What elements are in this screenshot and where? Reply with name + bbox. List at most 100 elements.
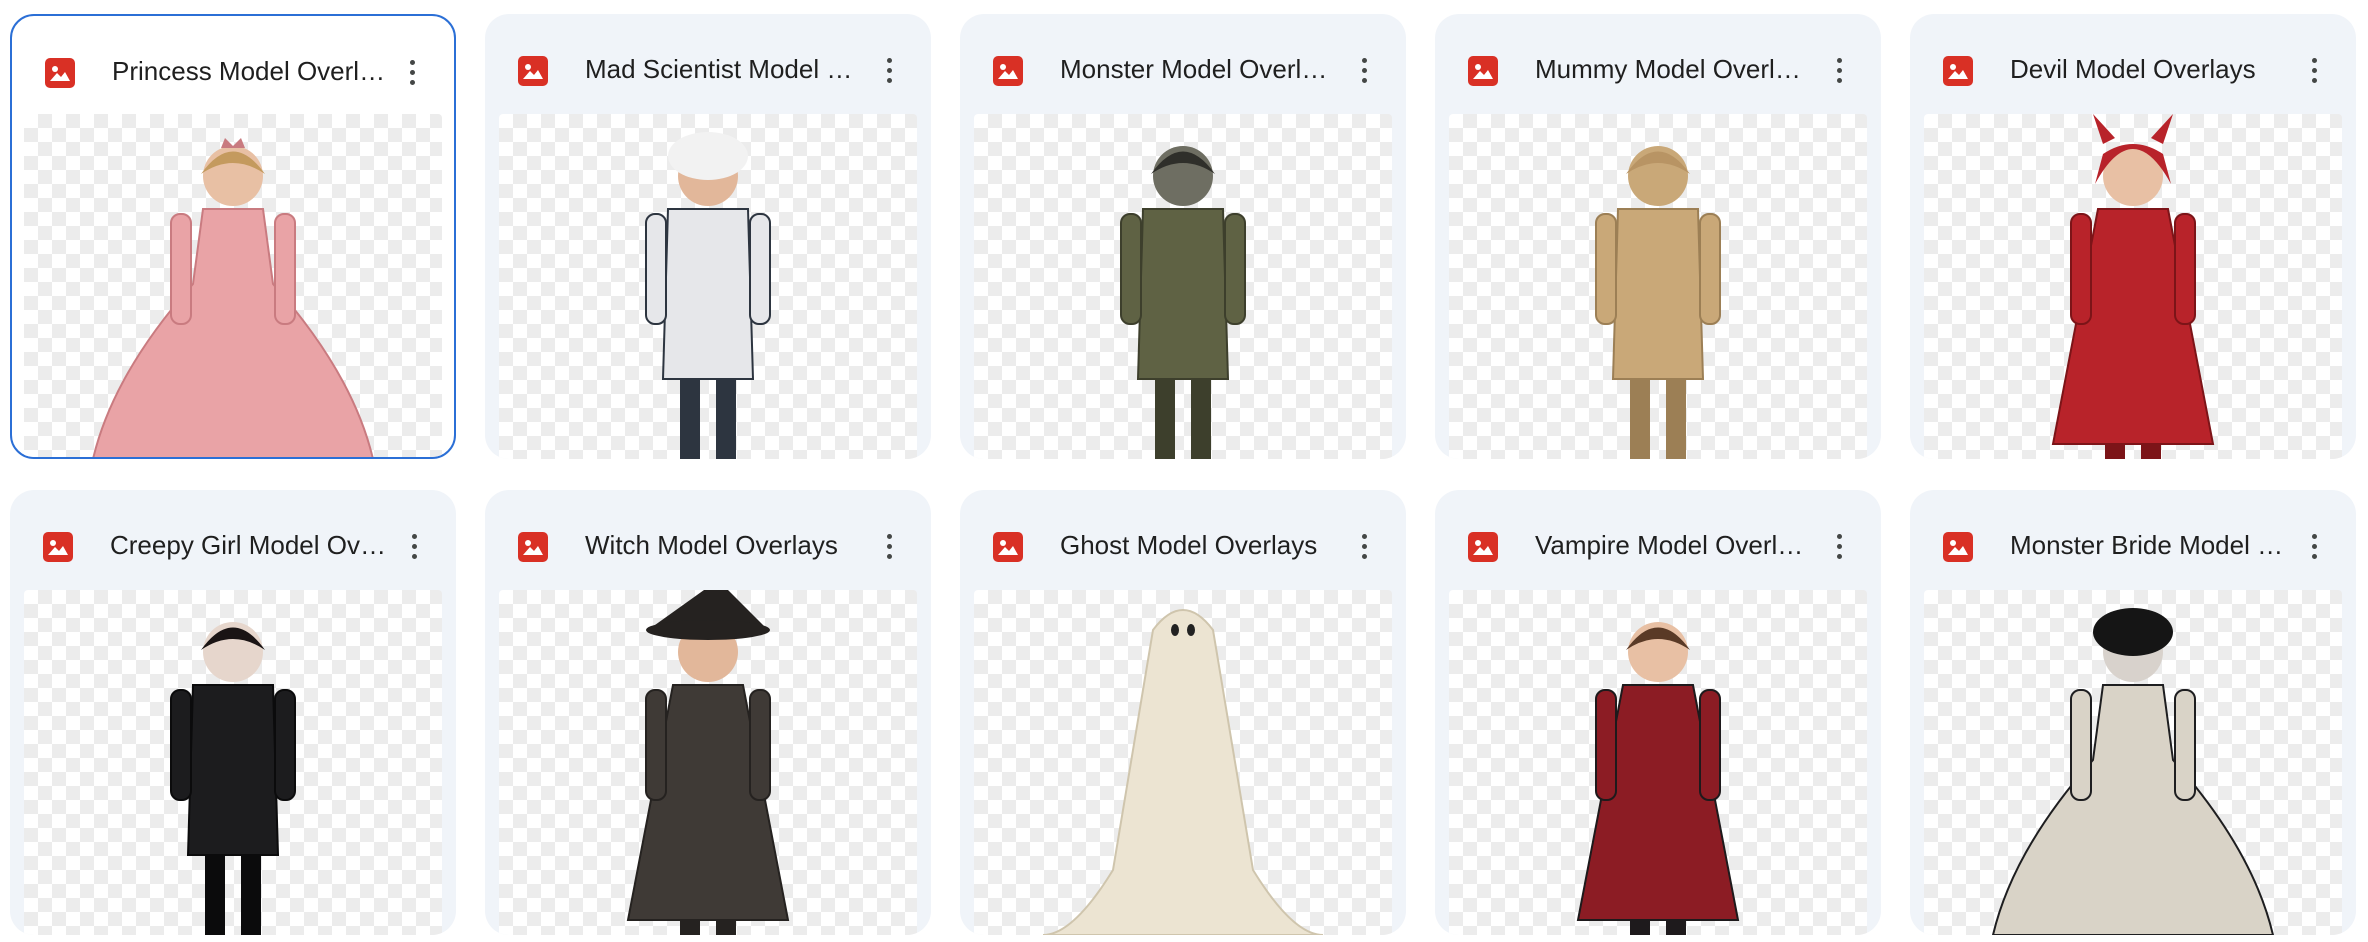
- file-card[interactable]: Monster Bride Model Overlays: [1910, 490, 2356, 935]
- file-card[interactable]: Devil Model Overlays: [1910, 14, 2356, 459]
- file-card-header: Princess Model Overlays: [12, 16, 454, 102]
- mad-scientist-figure: [645, 132, 771, 459]
- file-card[interactable]: Princess Model Overlays: [10, 14, 456, 459]
- leg-right: [241, 850, 261, 935]
- file-thumbnail[interactable]: [24, 114, 442, 457]
- vampire-figure: [1576, 622, 1740, 935]
- creepy-girl-figure: [170, 622, 296, 935]
- arm-left: [645, 213, 667, 325]
- file-card-header: Devil Model Overlays: [1910, 14, 2356, 100]
- monster-bride-figure: [1991, 608, 2275, 935]
- thumbnail-image: [626, 590, 790, 935]
- more-vert-icon[interactable]: [869, 50, 909, 90]
- file-thumbnail[interactable]: [1924, 590, 2342, 935]
- ghost-sheet: [1042, 609, 1324, 935]
- arm-right: [274, 213, 296, 325]
- file-title: Witch Model Overlays: [585, 530, 838, 560]
- image-file-icon: [1943, 532, 1973, 562]
- arm-right: [1699, 689, 1721, 801]
- arm-left: [1595, 689, 1617, 801]
- leg-left: [1155, 374, 1175, 459]
- file-thumbnail[interactable]: [499, 590, 917, 935]
- arm-left: [645, 689, 667, 801]
- file-card[interactable]: Creepy Girl Model Overlays: [10, 490, 456, 935]
- leg-right: [1191, 374, 1211, 459]
- file-card-header: Vampire Model Overlays: [1435, 490, 1881, 576]
- hat-brim: [646, 620, 770, 640]
- more-vert-icon[interactable]: [869, 526, 909, 566]
- image-file-icon: [43, 532, 73, 562]
- file-title: Creepy Girl Model Overlays: [110, 530, 390, 560]
- thumbnail-image: [1991, 608, 2275, 935]
- file-title: Monster Model Overlays: [1060, 54, 1340, 84]
- image-file-icon: [1468, 56, 1498, 86]
- leg-left: [680, 374, 700, 459]
- more-vert-icon[interactable]: [392, 52, 432, 92]
- ghost-figure: [1042, 609, 1324, 935]
- file-card[interactable]: Ghost Model Overlays: [960, 490, 1406, 935]
- file-card-header: Witch Model Overlays: [485, 490, 931, 576]
- image-file-icon: [45, 58, 75, 88]
- ghost-eye-right: [1187, 624, 1195, 636]
- image-file-icon: [1943, 56, 1973, 86]
- file-title: Mummy Model Overlays: [1535, 54, 1815, 84]
- file-thumbnail[interactable]: [974, 114, 1392, 459]
- more-vert-icon[interactable]: [1819, 50, 1859, 90]
- thumbnail-image: [1576, 622, 1740, 935]
- more-vert-icon[interactable]: [2294, 50, 2334, 90]
- more-vert-icon[interactable]: [1819, 526, 1859, 566]
- file-card-header: Monster Bride Model Overlays: [1910, 490, 2356, 576]
- file-card[interactable]: Mummy Model Overlays: [1435, 14, 1881, 459]
- arm-right: [749, 689, 771, 801]
- costume-body: [1611, 208, 1705, 380]
- more-vert-icon[interactable]: [2294, 526, 2334, 566]
- more-vert-icon[interactable]: [1344, 526, 1384, 566]
- file-card-header: Creepy Girl Model Overlays: [10, 490, 456, 576]
- file-thumbnail[interactable]: [974, 590, 1392, 935]
- thumbnail-image: [1120, 146, 1246, 459]
- thumbnail-image: [92, 138, 374, 457]
- horn-right: [2151, 114, 2173, 144]
- file-card-header: Mummy Model Overlays: [1435, 14, 1881, 100]
- ghost-eye-left: [1171, 624, 1179, 636]
- file-card[interactable]: Mad Scientist Model Overlays: [485, 14, 931, 459]
- file-title: Princess Model Overlays: [112, 56, 392, 86]
- file-thumbnail[interactable]: [1449, 590, 1867, 935]
- file-card[interactable]: Vampire Model Overlays: [1435, 490, 1881, 935]
- thumbnail-image: [645, 132, 771, 459]
- arm-right: [1224, 213, 1246, 325]
- costume-body: [661, 208, 755, 380]
- leg-right: [1666, 374, 1686, 459]
- file-thumbnail[interactable]: [499, 114, 917, 459]
- hair: [668, 132, 748, 180]
- image-file-icon: [518, 532, 548, 562]
- file-thumbnail[interactable]: [1449, 114, 1867, 459]
- arm-left: [170, 213, 192, 325]
- file-grid: Princess Model Overlays Mad Scientist Mod…: [0, 0, 2368, 942]
- file-thumbnail[interactable]: [24, 590, 442, 935]
- thumbnail-image: [1595, 146, 1721, 459]
- thumbnail-image: [2051, 114, 2215, 459]
- file-thumbnail[interactable]: [1924, 114, 2342, 459]
- arm-left: [1120, 213, 1142, 325]
- more-vert-icon[interactable]: [394, 526, 434, 566]
- costume-body: [1136, 208, 1230, 380]
- monster-figure: [1120, 146, 1246, 459]
- costume-body: [186, 684, 280, 856]
- tiara: [221, 138, 245, 148]
- image-file-icon: [993, 56, 1023, 86]
- leg-left: [205, 850, 225, 935]
- file-card[interactable]: Witch Model Overlays: [485, 490, 931, 935]
- file-title: Mad Scientist Model Overlays: [585, 54, 865, 84]
- horn-left: [2093, 114, 2115, 144]
- princess-figure: [92, 138, 374, 457]
- image-file-icon: [993, 532, 1023, 562]
- arm-left: [2070, 213, 2092, 325]
- arm-left: [2070, 689, 2092, 801]
- file-card[interactable]: Monster Model Overlays: [960, 14, 1406, 459]
- costume-body: [92, 208, 374, 457]
- devil-figure: [2051, 114, 2215, 459]
- more-vert-icon[interactable]: [1344, 50, 1384, 90]
- arm-right: [749, 213, 771, 325]
- file-card-header: Mad Scientist Model Overlays: [485, 14, 931, 100]
